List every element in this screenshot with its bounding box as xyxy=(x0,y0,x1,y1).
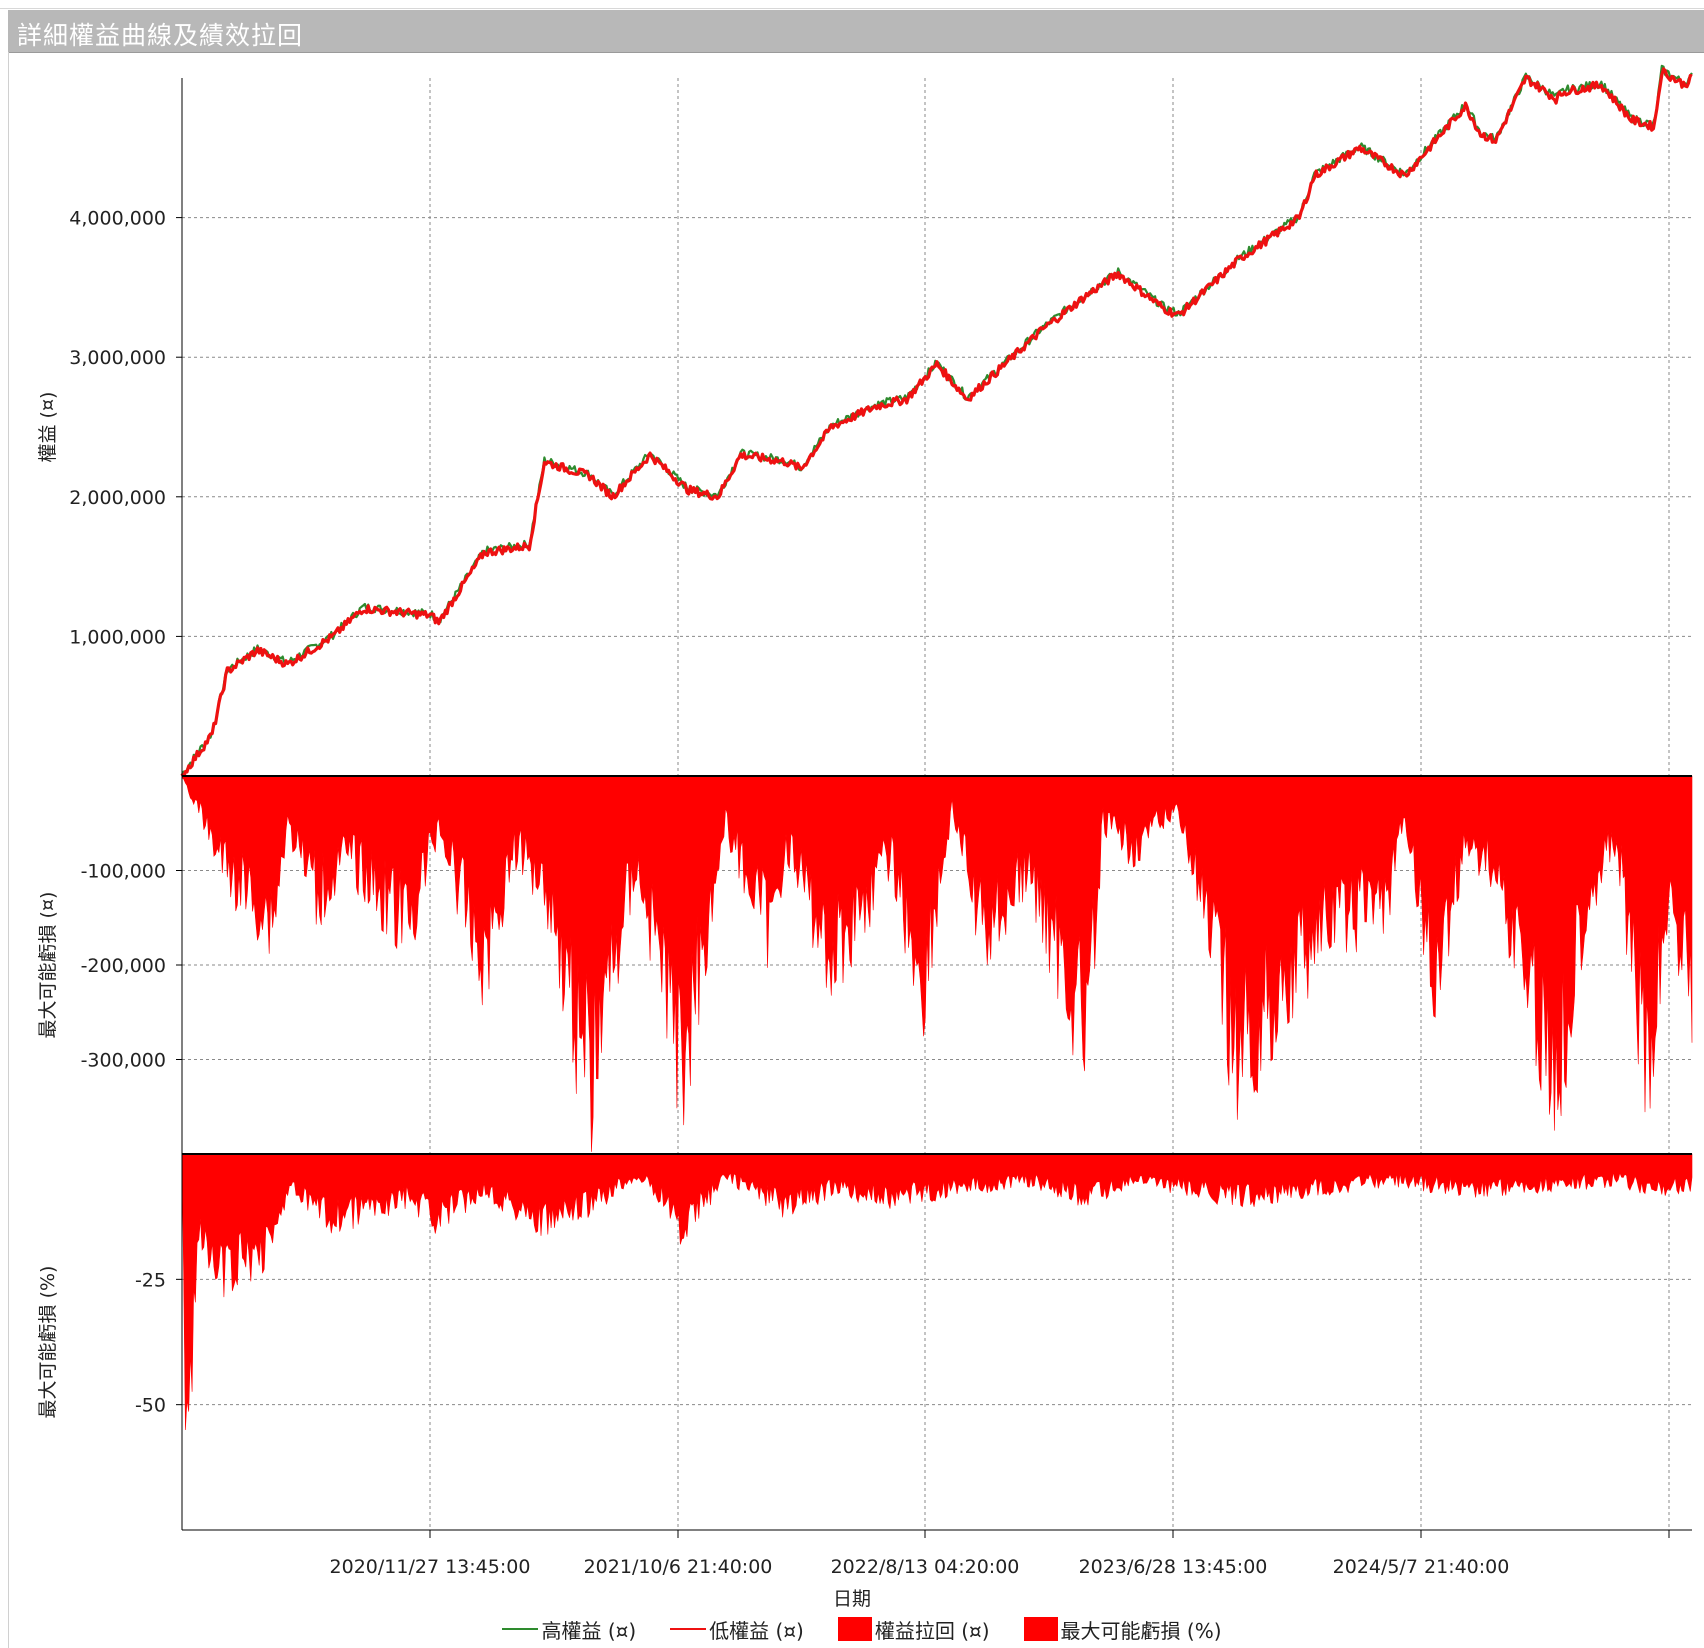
legend-swatch-low-equity xyxy=(670,1628,707,1630)
x-tick-label-1: 2021/10/6 21:40:00 xyxy=(584,1556,773,1578)
legend-item-equity-drawdown: 權益拉回 (¤) xyxy=(837,1615,990,1644)
y-axis-title-p0: 權益 (¤) xyxy=(37,392,59,463)
line-series-p0-1 xyxy=(180,67,1693,779)
x-tick-label-3: 2023/6/28 13:45:00 xyxy=(1079,1556,1268,1578)
x-tick-label-4: 2024/5/7 21:40:00 xyxy=(1333,1556,1510,1578)
line-series-p0-0 xyxy=(181,64,1693,776)
y-tick-label-p0-0: 1,000,000 xyxy=(69,626,166,648)
legend-label-high-equity: 高權益 (¤) xyxy=(541,1618,637,1643)
legend-label-low-equity: 低權益 (¤) xyxy=(709,1618,804,1643)
chart-marks xyxy=(180,64,1693,1431)
y-tick-label-p2-0: -25 xyxy=(135,1269,166,1291)
area-series-p2-0 xyxy=(181,1153,1693,1431)
legend-swatch-high-equity xyxy=(502,1628,539,1630)
legend-item-high-equity: 高權益 (¤) xyxy=(502,1615,636,1644)
y-tick-label-p2-1: -50 xyxy=(135,1395,166,1417)
y-tick-label-p1-1: -200,000 xyxy=(81,955,166,977)
x-tick-label-2: 2022/8/13 04:20:00 xyxy=(831,1556,1020,1578)
y-tick-label-p0-1: 2,000,000 xyxy=(69,487,166,509)
legend-item-max-loss-pct: 最大可能虧損 (%) xyxy=(1023,1615,1222,1644)
equity-drawdown-chart: 1,000,000 2,000,000 3,000,000 4,000,000 權益 (… xyxy=(37,64,1693,1610)
y-tick-label-p1-0: -100,000 xyxy=(81,861,166,883)
y-axis-title-p2: 最大可能虧損 (%) xyxy=(37,1266,59,1419)
y-axis-title-p1: 最大可能虧損 (¤) xyxy=(37,892,59,1039)
x-tick-label-0: 2020/11/27 13:45:00 xyxy=(330,1556,531,1578)
y-tick-label-p0-2: 3,000,000 xyxy=(69,347,166,369)
legend-swatch-equity-drawdown xyxy=(837,1617,872,1641)
legend-swatch-max-loss-pct xyxy=(1023,1617,1058,1641)
area-series-p1-0 xyxy=(181,775,1693,1152)
x-axis-title: 日期 xyxy=(833,1588,871,1610)
y-tick-label-p0-3: 4,000,000 xyxy=(69,208,166,230)
legend-label-max-loss-pct: 最大可能虧損 (%) xyxy=(1060,1618,1222,1643)
y-tick-label-p1-2: -300,000 xyxy=(81,1050,166,1072)
legend-item-low-equity: 低權益 (¤) xyxy=(670,1615,804,1644)
legend-label-equity-drawdown: 權益拉回 (¤) xyxy=(874,1618,990,1643)
chart-legend: 高權益 (¤) 低權益 (¤) 權益拉回 (¤) 最大可能虧損 (%) xyxy=(0,1614,1704,1644)
